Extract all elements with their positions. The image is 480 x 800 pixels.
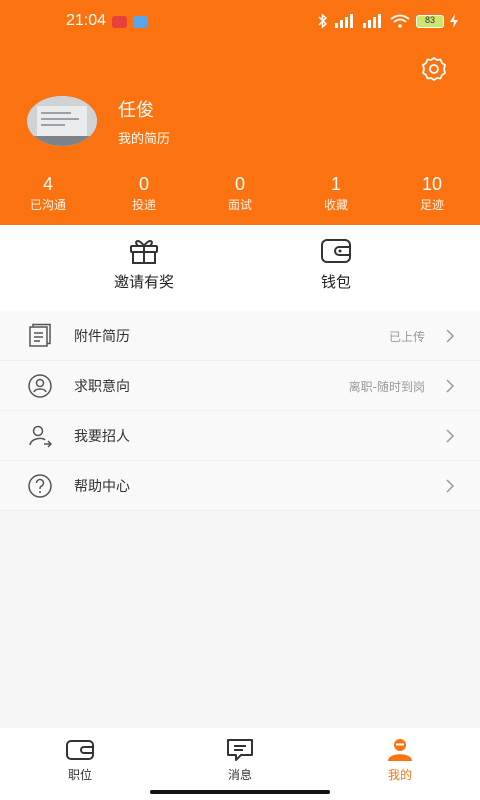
battery-icon: 83	[416, 14, 444, 28]
signal-icon	[335, 14, 353, 28]
tab-me[interactable]: 我的	[360, 738, 440, 783]
stat-value: 4	[42, 174, 53, 194]
charging-icon	[450, 14, 458, 28]
chevron-right-icon	[446, 329, 455, 343]
status-time: 21:04	[66, 12, 107, 29]
stat-label: 投递	[131, 198, 156, 212]
tab-label: 消息	[227, 768, 252, 782]
wifi-icon	[390, 14, 410, 28]
menu-item-label: 我要招人	[74, 429, 130, 445]
stat-value: 10	[421, 174, 443, 194]
wallet-icon	[321, 239, 351, 263]
stat-history[interactable]: 10 足迹	[392, 172, 472, 214]
menu-item-attachment-resume[interactable]: 附件简历 已上传	[0, 311, 480, 361]
stat-contacted[interactable]: 4 已沟通	[8, 172, 88, 214]
stat-favorites[interactable]: 1 收藏	[296, 172, 376, 214]
avatar-photo	[27, 96, 97, 146]
profile-header: 21:04 83 任俊 我的简历 4 已沟通 0 投递 0 面试 1 收藏 10…	[0, 0, 480, 225]
battery-level: 83	[424, 14, 435, 25]
resume-icon	[29, 323, 51, 347]
settings-gear-icon[interactable]	[421, 56, 447, 82]
stat-applied[interactable]: 0 投递	[104, 172, 184, 214]
menu-item-label: 帮助中心	[74, 479, 130, 495]
chevron-right-icon	[446, 429, 455, 443]
wallet-button[interactable]: 钱包	[276, 237, 396, 292]
menu-item-value: 已上传	[388, 330, 425, 344]
menu-item-recruit[interactable]: 我要招人	[0, 411, 480, 461]
stat-value: 0	[138, 174, 149, 194]
stat-label: 面试	[227, 198, 252, 212]
briefcase-icon	[66, 740, 94, 760]
my-resume-link[interactable]: 我的简历	[118, 128, 170, 147]
menu-item-job-intention[interactable]: 求职意向 离职-随时到岗	[0, 361, 480, 411]
job-intention-icon	[28, 374, 52, 398]
status-indicators: 83	[318, 13, 458, 29]
chevron-right-icon	[446, 479, 455, 493]
invite-reward-button[interactable]: 邀请有奖	[84, 237, 204, 292]
status-bar: 21:04 83	[0, 0, 480, 44]
stat-label: 已沟通	[29, 198, 66, 212]
recruit-icon	[29, 425, 53, 448]
menu-item-label: 附件简历	[74, 329, 130, 345]
menu-item-label: 求职意向	[74, 379, 130, 395]
stat-value: 0	[234, 174, 245, 194]
user-name[interactable]: 任俊	[118, 96, 154, 122]
invite-reward-label: 邀请有奖	[113, 273, 174, 291]
tab-messages[interactable]: 消息	[200, 738, 280, 783]
stats-row: 4 已沟通 0 投递 0 面试 1 收藏 10 足迹	[0, 172, 480, 222]
stat-interview[interactable]: 0 面试	[200, 172, 280, 214]
help-icon	[28, 474, 52, 498]
stat-label: 收藏	[323, 198, 348, 212]
home-indicator[interactable]	[150, 790, 330, 794]
bluetooth-icon	[318, 13, 328, 29]
avatar[interactable]	[27, 96, 97, 146]
notification-app-icon	[112, 16, 127, 28]
settings-menu: 附件简历 已上传 求职意向 离职-随时到岗 我要招人 帮助中心	[0, 311, 480, 511]
chat-app-icon	[133, 16, 148, 28]
wallet-label: 钱包	[320, 273, 351, 291]
gift-icon	[130, 240, 158, 264]
menu-item-value: 离职-随时到岗	[348, 380, 425, 394]
menu-item-help-center[interactable]: 帮助中心	[0, 461, 480, 511]
signal-icon-2	[363, 14, 381, 28]
quick-actions: 邀请有奖 钱包	[0, 225, 480, 313]
stat-value: 1	[330, 174, 341, 194]
message-icon	[227, 739, 253, 761]
tab-label: 我的	[387, 768, 412, 782]
stat-label: 足迹	[419, 198, 444, 212]
tab-label: 职位	[67, 768, 92, 782]
user-icon	[388, 739, 412, 761]
tab-jobs[interactable]: 职位	[40, 738, 120, 783]
chevron-right-icon	[446, 379, 455, 393]
